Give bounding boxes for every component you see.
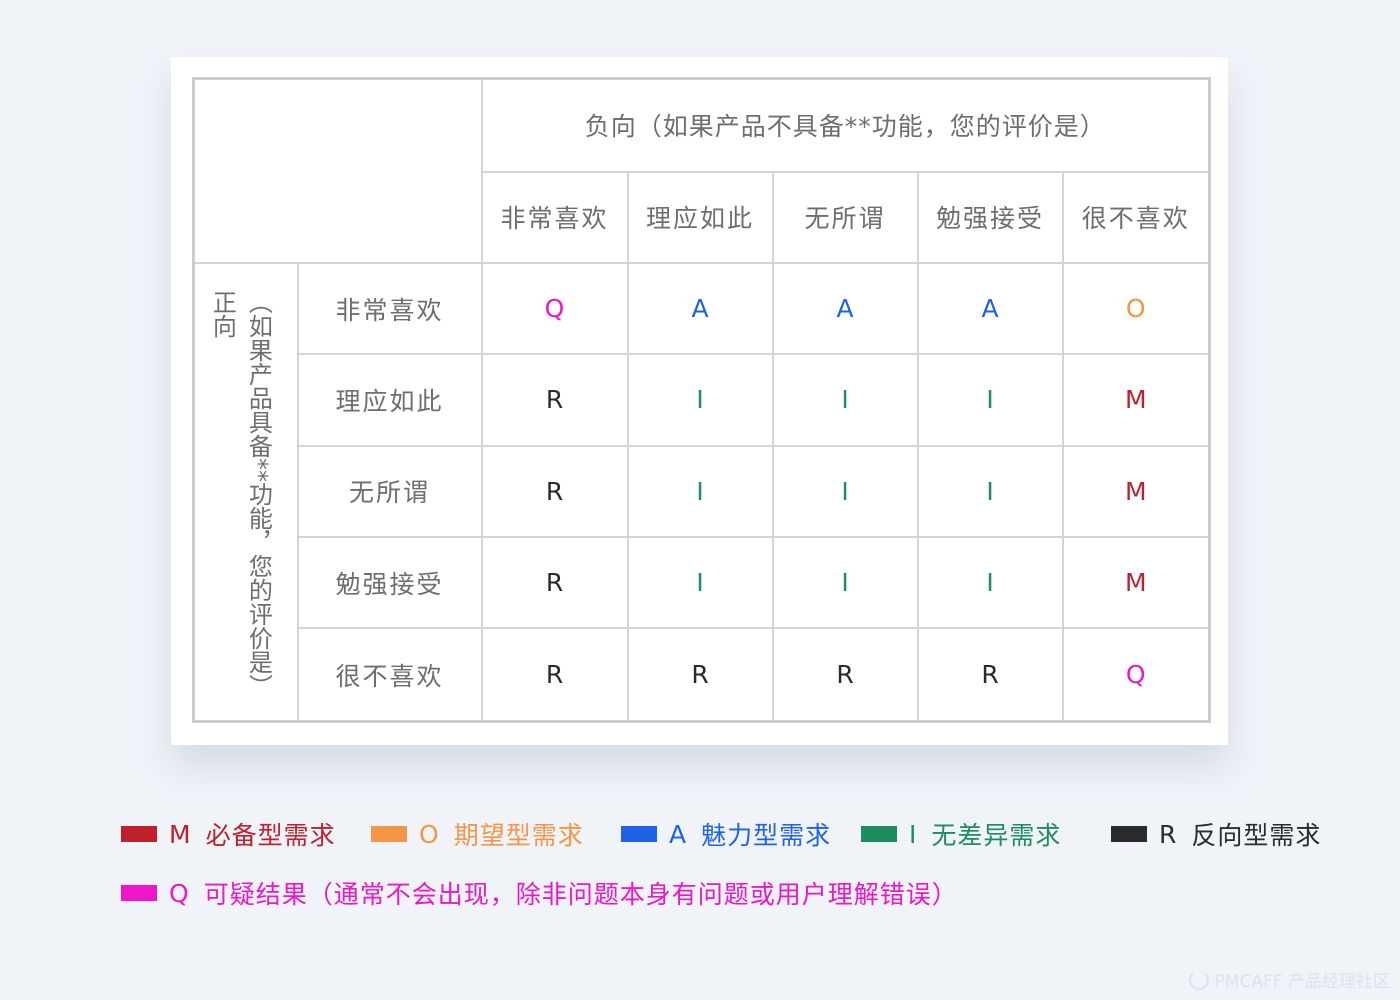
table-cell: R	[771, 627, 919, 723]
table-cell: R	[916, 627, 1064, 723]
table-cell: I	[916, 444, 1064, 538]
legend-item-m: M 必备型需求	[121, 816, 336, 852]
legend-label: 反向型需求	[1191, 821, 1322, 850]
legend-label: 无差异需求	[931, 821, 1062, 850]
negative-header: 负向（如果产品不具备**功能，您的评价是）	[480, 77, 1211, 173]
col-header: 无所谓	[771, 170, 919, 265]
table-cell: I	[771, 535, 919, 630]
table-cell: R	[480, 444, 629, 538]
watermark: PMCAFF 产品经理社区	[1188, 967, 1390, 992]
legend-swatch	[121, 826, 157, 842]
col-header: 很不喜欢	[1061, 170, 1211, 265]
col-header: 非常喜欢	[480, 170, 629, 265]
positive-title: 正向	[208, 290, 237, 339]
table-cell: A	[626, 262, 774, 356]
table-cell: R	[480, 627, 629, 723]
table-cell: I	[916, 535, 1064, 630]
table-cell: R	[480, 353, 629, 447]
legend-swatch	[121, 885, 157, 901]
row-header: 理应如此	[296, 353, 483, 447]
legend-item-r: R 反向型需求	[1111, 816, 1321, 852]
positive-subtitle: （如果产品具备**功能，您的评价是）	[244, 290, 273, 699]
table-cell: M	[1061, 535, 1211, 630]
legend-label: 魅力型需求	[701, 821, 832, 850]
table-cell: A	[916, 262, 1064, 356]
legend-code: I	[909, 819, 918, 849]
legend-code: O	[419, 819, 440, 849]
kano-evaluation-table: 负向（如果产品不具备**功能，您的评价是） 非常喜欢 理应如此 无所谓 勉强接受…	[192, 77, 1211, 723]
legend-item-i: I 无差异需求	[861, 816, 1061, 852]
pmcaff-logo-icon	[1188, 969, 1209, 990]
table-cell: A	[771, 262, 919, 356]
table-cell: I	[626, 353, 774, 447]
table-cell: I	[771, 444, 919, 538]
col-header: 勉强接受	[916, 170, 1064, 265]
legend-code: M	[169, 819, 192, 849]
legend-code: Q	[169, 878, 190, 908]
table-cell: M	[1061, 353, 1211, 447]
legend-label: 期望型需求	[453, 821, 584, 850]
legend-swatch	[621, 826, 657, 842]
table-cell: Q	[1061, 627, 1211, 723]
row-header: 勉强接受	[296, 535, 483, 630]
kano-table-card: 负向（如果产品不具备**功能，您的评价是） 非常喜欢 理应如此 无所谓 勉强接受…	[171, 57, 1228, 745]
row-header: 非常喜欢	[296, 262, 483, 356]
table-cell: I	[626, 535, 774, 630]
table-cell: R	[480, 535, 629, 630]
legend-swatch	[371, 826, 407, 842]
legend-label: 可疑结果（通常不会出现，除非问题本身有问题或用户理解错误）	[203, 880, 958, 909]
legend-code: A	[669, 819, 688, 849]
legend-code: R	[1159, 819, 1178, 849]
table-cell: R	[626, 627, 774, 723]
table-cell: I	[771, 353, 919, 447]
positive-header: 正向 （如果产品具备**功能，您的评价是）	[192, 262, 299, 723]
legend-item-q: Q 可疑结果（通常不会出现，除非问题本身有问题或用户理解错误）	[121, 875, 958, 911]
table-cell: I	[916, 353, 1064, 447]
legend-swatch	[1111, 826, 1147, 842]
table-cell: M	[1061, 444, 1211, 538]
table-cell: Q	[480, 262, 629, 356]
legend-item-o: O 期望型需求	[371, 816, 584, 852]
col-header: 理应如此	[626, 170, 774, 265]
table-cell: O	[1061, 262, 1211, 356]
watermark-text: PMCAFF 产品经理社区	[1214, 972, 1390, 992]
legend-item-a: A 魅力型需求	[621, 816, 831, 852]
row-header: 很不喜欢	[296, 627, 483, 723]
corner-cell	[192, 77, 483, 265]
row-header: 无所谓	[296, 444, 483, 538]
legend-swatch	[861, 826, 897, 842]
table-cell: I	[626, 444, 774, 538]
legend-label: 必备型需求	[205, 821, 336, 850]
